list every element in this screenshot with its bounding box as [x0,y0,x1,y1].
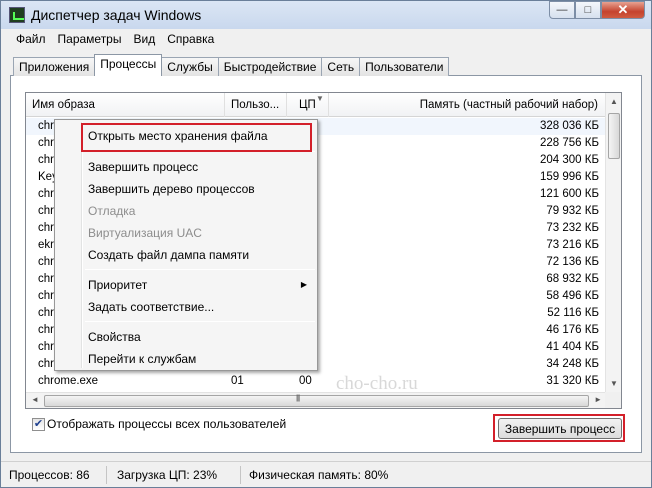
window-title: Диспетчер задач Windows [31,7,202,23]
scroll-right-icon[interactable]: ► [594,395,602,404]
scroll-left-icon[interactable]: ◄ [31,395,39,404]
process-memory-cell: 41 404 КБ [546,341,599,353]
task-manager-icon [9,7,25,23]
watermark: cho-cho.ru [336,373,418,394]
column-user[interactable]: Пользо... [225,93,287,117]
menu-file[interactable]: Файл [11,29,51,49]
vertical-scroll-thumb[interactable] [608,113,620,159]
process-memory-cell: 68 932 КБ [546,273,599,285]
vertical-scrollbar[interactable]: ▲ ▼ [605,93,621,392]
menu-options[interactable]: Параметры [53,29,127,49]
menu-view[interactable]: Вид [128,29,160,49]
menu-create-dump-file[interactable]: Создать файл дампа памяти [88,248,249,262]
scroll-up-icon[interactable]: ▲ [610,97,618,106]
process-memory-cell: 34 248 КБ [546,358,599,370]
window-controls: — □ ✕ [549,1,645,19]
process-cpu-cell: 00 [299,375,312,387]
status-physical-memory: Физическая память: 80% [249,468,389,482]
maximize-button[interactable]: □ [575,1,601,19]
process-memory-cell: 72 136 КБ [546,256,599,268]
show-all-users-checkbox[interactable]: ✔ [32,418,45,431]
status-process-count: Процессов: 86 [3,466,107,484]
highlight-end-process-box [493,414,625,442]
task-manager-window: Диспетчер задач Windows — □ ✕ Файл Парам… [0,0,652,488]
column-memory[interactable]: Память (частный рабочий набор) [329,93,606,117]
tab-applications[interactable]: Приложения [13,57,96,76]
menu-end-process-tree[interactable]: Завершить дерево процессов [88,182,255,196]
process-memory-cell: 328 036 КБ [539,120,599,132]
submenu-arrow-icon: ▶ [300,280,307,289]
menu-bar: Файл Параметры Вид Справка [1,29,651,49]
scroll-grip-icon: |||| [296,395,300,402]
process-memory-cell: 121 600 КБ [539,188,599,200]
process-name-cell: chrome.exe [38,375,99,387]
process-memory-cell: 228 756 КБ [539,137,599,149]
tab-networking[interactable]: Сеть [321,57,361,76]
scroll-corner [605,392,621,408]
process-memory-cell: 52 116 КБ [547,307,599,319]
tab-services[interactable]: Службы [161,57,219,76]
process-user-cell: 01 [231,375,244,387]
minimize-button[interactable]: — [549,1,575,19]
process-memory-cell: 204 300 КБ [539,154,599,166]
menu-priority[interactable]: Приоритет [88,278,147,292]
status-cpu-usage: Загрузка ЦП: 23% [111,466,241,484]
process-memory-cell: 73 232 КБ [546,222,599,234]
tab-strip: Приложения Процессы Службы Быстродействи… [13,54,450,76]
menu-debug: Отладка [88,204,136,218]
horizontal-scroll-thumb[interactable] [44,395,589,407]
table-row[interactable]: chrome.exe 01 00 31 320 КБ [26,373,606,390]
table-header: Имя образа Пользо... ЦП Память (частный … [26,93,606,117]
title-bar[interactable]: Диспетчер задач Windows — □ ✕ [1,1,651,29]
show-all-users-label[interactable]: Отображать процессы всех пользователей [47,417,286,431]
menu-set-affinity[interactable]: Задать соответствие... [88,300,214,314]
scroll-down-icon[interactable]: ▼ [610,379,618,388]
process-memory-cell: 58 496 КБ [546,290,599,302]
process-memory-cell: 159 996 КБ [539,171,599,183]
menu-end-process[interactable]: Завершить процесс [88,160,198,174]
menu-separator [85,269,315,270]
close-button[interactable]: ✕ [601,1,645,19]
menu-help[interactable]: Справка [162,29,219,49]
process-memory-cell: 31 320 КБ [546,375,599,387]
sort-descending-icon: ▼ [316,94,324,103]
menu-separator [85,321,315,322]
column-image-name[interactable]: Имя образа [26,93,225,117]
context-menu: Открыть место хранения файла Завершить п… [54,119,318,371]
tab-users[interactable]: Пользователи [359,57,450,76]
tab-processes[interactable]: Процессы [94,54,163,76]
menu-uac-virtualization: Виртуализация UAC [88,226,202,240]
highlight-open-location-box [81,123,312,152]
horizontal-scrollbar[interactable]: ◄ |||| ► [26,392,606,408]
status-bar: Процессов: 86 Загрузка ЦП: 23% Физическа… [1,461,651,487]
process-memory-cell: 46 176 КБ [546,324,599,336]
menu-go-to-services[interactable]: Перейти к службам [88,352,196,366]
process-memory-cell: 79 932 КБ [546,205,599,217]
tab-performance[interactable]: Быстродействие [217,57,323,76]
menu-properties[interactable]: Свойства [88,330,141,344]
process-memory-cell: 73 216 КБ [546,239,599,251]
